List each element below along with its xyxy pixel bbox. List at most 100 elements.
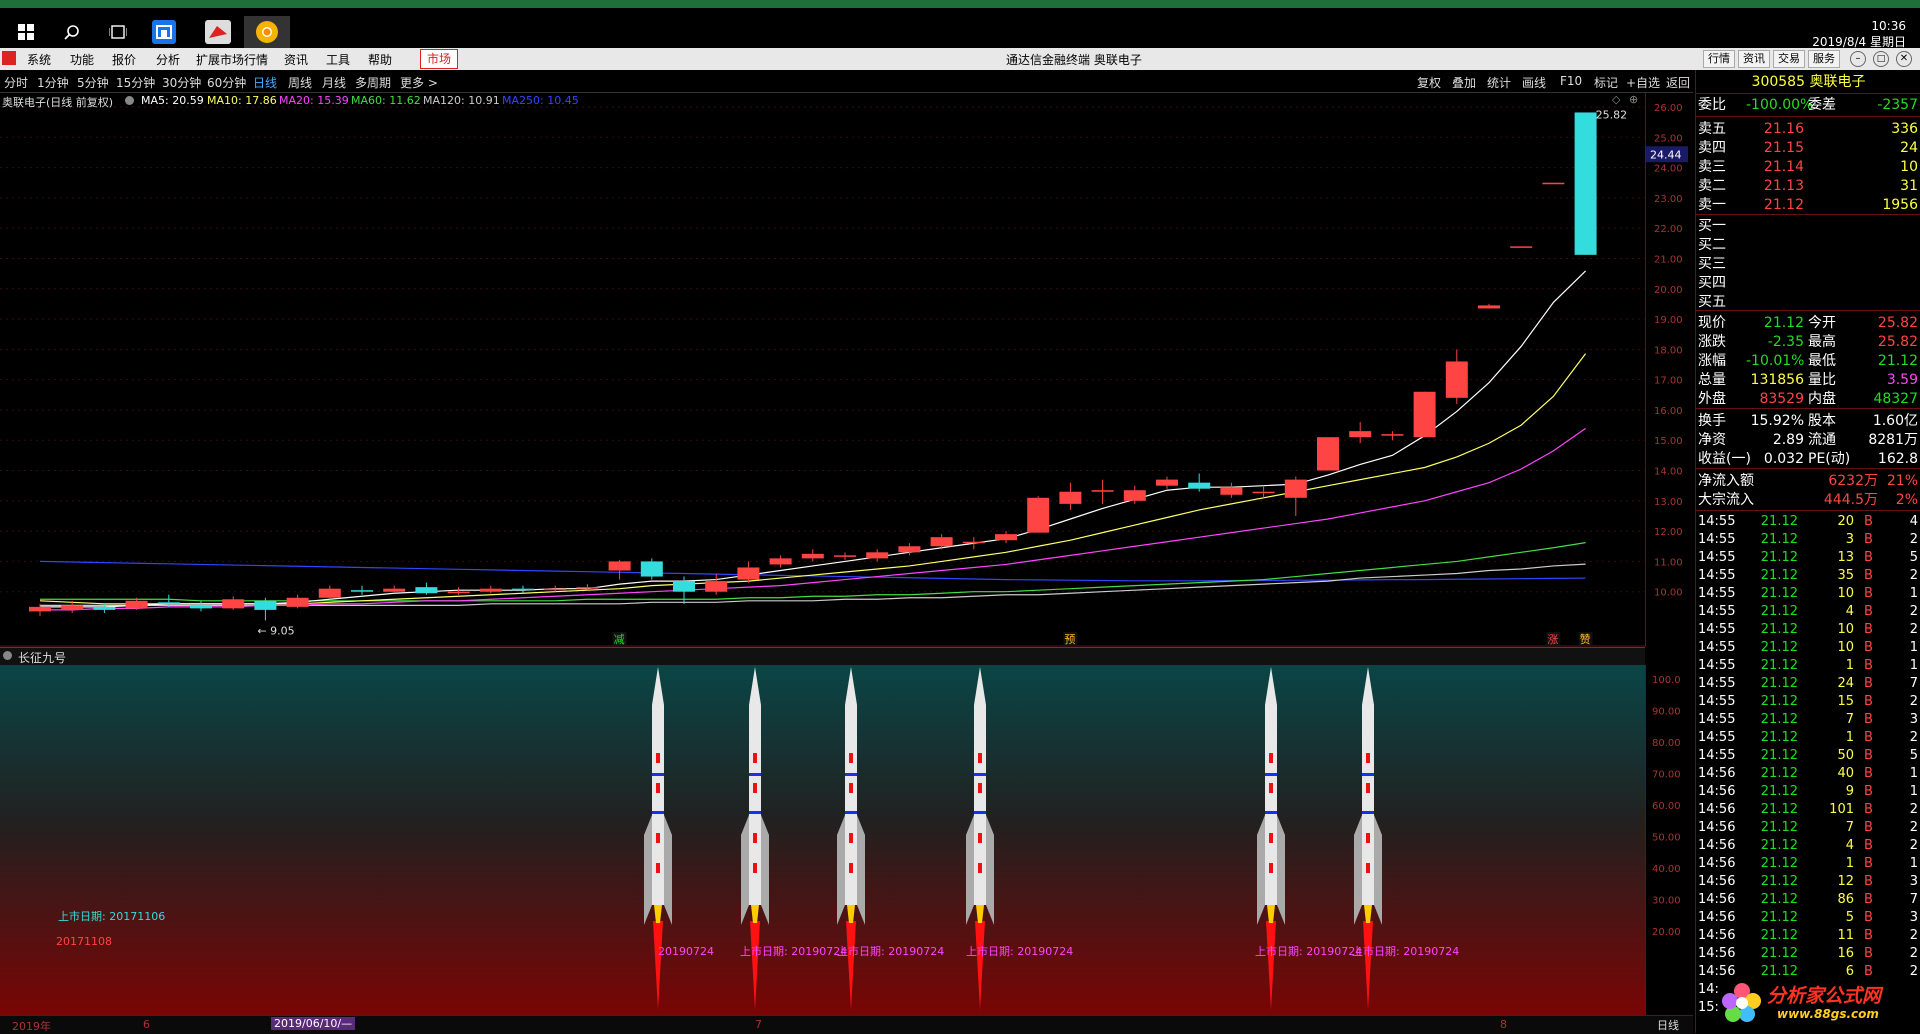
close-icon[interactable]: ✕	[1896, 51, 1912, 67]
chart-settings-icon[interactable]	[125, 96, 134, 105]
period-daily[interactable]: 日线	[253, 74, 277, 91]
btn-service[interactable]: 服务	[1808, 50, 1840, 68]
menu-quote[interactable]: 报价	[112, 51, 136, 68]
sell-level-price: 21.15	[1763, 140, 1804, 156]
candle[interactable]	[1156, 476, 1178, 489]
minimize-icon[interactable]: –	[1850, 51, 1866, 67]
stat-label: 最高	[1808, 334, 1836, 350]
candle[interactable]	[190, 600, 212, 612]
buy-level-label: 买二	[1698, 237, 1726, 253]
system-clock[interactable]: 10:36 2019/8/4 星期日	[1812, 18, 1906, 50]
tool-mark[interactable]: 标记	[1594, 74, 1618, 91]
candle[interactable]	[318, 585, 341, 600]
candle[interactable]	[512, 585, 534, 594]
tool-adjust[interactable]: 复权	[1417, 74, 1441, 91]
rocket-indicator-chart[interactable]: 上市日期: 20171106 20171108 20190724 上市日期: 20…	[0, 665, 1645, 1015]
period-15min[interactable]: 15分钟	[116, 74, 155, 91]
candle[interactable]	[1091, 479, 1114, 504]
period-1min[interactable]: 1分钟	[37, 74, 69, 91]
chart-expand-icon[interactable]: ⊕	[1629, 93, 1638, 106]
candle[interactable]	[1574, 112, 1597, 255]
windows-start-icon[interactable]	[4, 16, 48, 48]
candle[interactable]	[995, 531, 1017, 544]
tool-statistics[interactable]: 统计	[1487, 74, 1511, 91]
candle[interactable]	[1413, 391, 1436, 438]
menu-news[interactable]: 资讯	[284, 51, 308, 68]
period-weekly[interactable]: 周线	[288, 74, 312, 91]
candlestick-chart[interactable]: ← 9.05 25.82 减 预 涨 赞	[0, 92, 1645, 647]
candle[interactable]	[1510, 246, 1533, 248]
btn-news[interactable]: 资讯	[1738, 50, 1770, 68]
btn-quotes[interactable]: 行情	[1703, 50, 1735, 68]
period-timeshare[interactable]: 分时	[4, 74, 28, 91]
menu-system[interactable]: 系统	[27, 51, 51, 68]
candle[interactable]	[1220, 482, 1243, 498]
fundamental-value: 162.8	[1877, 451, 1918, 467]
rocket-date-label: 上市日期: 20190724	[740, 944, 847, 958]
candle[interactable]	[962, 537, 985, 550]
period-60min[interactable]: 60分钟	[207, 74, 246, 91]
candle[interactable]	[608, 559, 631, 580]
tool-draw[interactable]: 画线	[1522, 74, 1546, 91]
candle[interactable]	[383, 585, 406, 594]
candle[interactable]	[834, 552, 856, 560]
candle[interactable]	[222, 596, 245, 610]
candle[interactable]	[1059, 482, 1082, 510]
candle[interactable]	[1381, 431, 1404, 441]
rocket-date-label: 上市日期: 20190724	[837, 944, 944, 958]
maximize-icon[interactable]: □	[1873, 51, 1889, 67]
tdx-app-icon[interactable]	[196, 16, 240, 48]
candle[interactable]	[286, 594, 309, 609]
tick-volume: 9	[1845, 784, 1854, 799]
chrome-app-icon[interactable]	[244, 16, 290, 48]
candle[interactable]	[1284, 476, 1307, 516]
tool-overlay[interactable]: 叠加	[1452, 74, 1476, 91]
listing-label: 上市日期: 20171106	[58, 909, 165, 923]
period-multi[interactable]: 多周期	[355, 74, 391, 91]
candle[interactable]	[1445, 349, 1468, 404]
menu-function[interactable]: 功能	[70, 51, 94, 68]
candle[interactable]	[640, 558, 663, 580]
task-view-icon[interactable]	[96, 16, 140, 48]
candle[interactable]	[1188, 473, 1211, 492]
period-more[interactable]: 更多 >	[400, 74, 438, 91]
chart-diamond-icon[interactable]: ◇	[1612, 93, 1620, 106]
candle[interactable]	[351, 585, 373, 595]
menu-help[interactable]: 帮助	[368, 51, 392, 68]
candle[interactable]	[1478, 303, 1500, 309]
menu-analysis[interactable]: 分析	[156, 51, 180, 68]
indicator-axis-label: 100.0	[1652, 675, 1681, 686]
candle[interactable]	[1542, 182, 1565, 185]
candle[interactable]	[737, 561, 760, 583]
tick-volume: 6	[1845, 964, 1854, 979]
tick-time: 14:55	[1698, 640, 1736, 655]
menu-tools[interactable]: 工具	[326, 51, 350, 68]
candle[interactable]	[254, 597, 277, 621]
tool-f10[interactable]: F10	[1560, 74, 1582, 88]
tool-back[interactable]: 返回	[1666, 74, 1690, 91]
candle[interactable]	[415, 582, 438, 595]
candle[interactable]	[866, 549, 889, 562]
menu-market-tab[interactable]: 市场	[420, 49, 459, 69]
candle[interactable]	[1317, 437, 1339, 471]
period-5min[interactable]: 5分钟	[77, 74, 109, 91]
candle[interactable]	[705, 573, 728, 595]
period-monthly[interactable]: 月线	[322, 74, 346, 91]
candle[interactable]	[1027, 496, 1050, 533]
period-30min[interactable]: 30分钟	[162, 74, 201, 91]
candle[interactable]	[801, 549, 824, 562]
sell-level-price: 21.14	[1763, 159, 1804, 175]
tick-time: 14:56	[1698, 928, 1736, 943]
axis-period-label[interactable]: 日线	[1657, 1017, 1679, 1033]
flow-value: 6232万	[1828, 473, 1878, 489]
stat-value: 25.82	[1877, 334, 1918, 350]
indicator-toggle-icon[interactable]	[3, 651, 12, 660]
app-blue-icon[interactable]	[142, 16, 186, 48]
search-icon[interactable]	[50, 16, 94, 48]
svg-text:减: 减	[614, 633, 625, 646]
candle[interactable]	[769, 555, 792, 568]
candle[interactable]	[1349, 422, 1372, 444]
menu-extended-market[interactable]: 扩展市场行情	[196, 51, 268, 68]
tool-add-watchlist[interactable]: +自选	[1626, 74, 1660, 91]
btn-trade[interactable]: 交易	[1773, 50, 1805, 68]
